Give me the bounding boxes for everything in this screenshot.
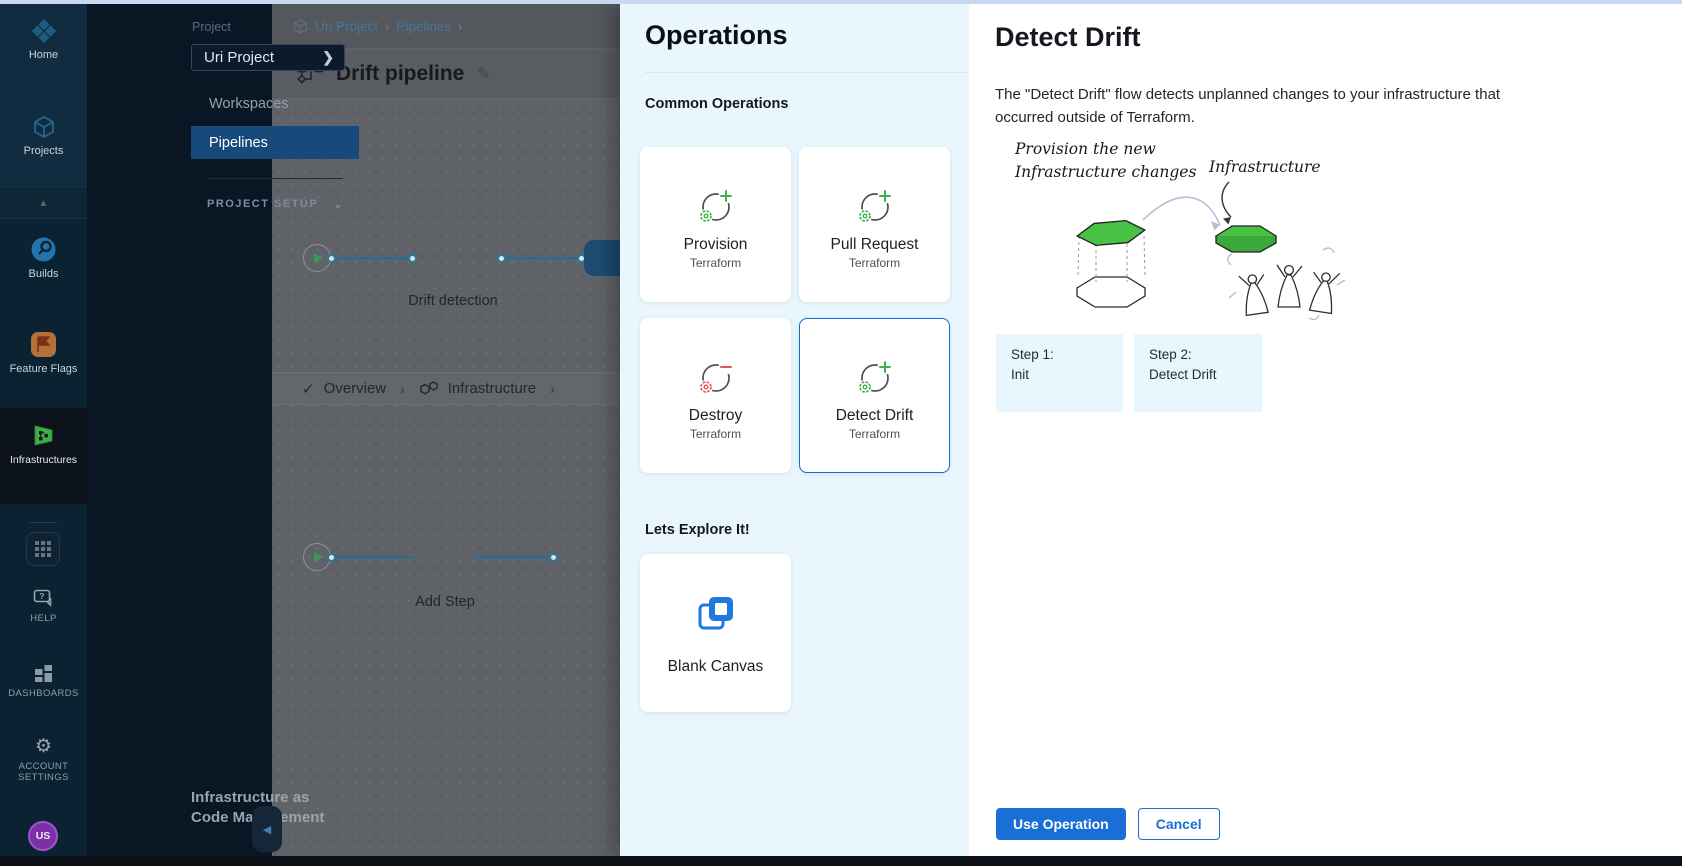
builds-icon xyxy=(30,236,57,263)
infrastructure-hexagon xyxy=(1216,226,1276,252)
celebrating-figures xyxy=(1228,248,1345,319)
tab-infrastructure[interactable]: Infrastructure xyxy=(419,380,536,397)
pipeline-canvas[interactable]: </> Drift detection ✓ Overview › Infrast… xyxy=(272,100,620,856)
project-cube-icon xyxy=(293,19,308,34)
operation-card-grid: Provision Terraform Pull Request Terrafo… xyxy=(640,147,951,473)
breadcrumb: Uri Project › Pipelines › xyxy=(272,4,620,48)
operation-card-destroy[interactable]: Destroy Terraform xyxy=(640,318,791,473)
connector-dot xyxy=(327,254,336,263)
breadcrumb-pipelines-link[interactable]: Pipelines xyxy=(396,19,451,34)
detail-title: Detect Drift xyxy=(995,22,1141,53)
connector-line xyxy=(506,257,578,259)
stage1-label: Drift detection xyxy=(380,293,526,309)
detect-drift-illustration: Provision the new Infrastructure changes… xyxy=(993,130,1363,330)
check-icon: ✓ xyxy=(302,380,315,398)
provision-hexagon-stack xyxy=(1076,219,1146,307)
pull-request-terraform-icon xyxy=(852,185,898,231)
module-switcher-button[interactable] xyxy=(26,532,60,566)
illustration-caption-right: Infrastructure xyxy=(1208,158,1321,176)
svg-text:?: ? xyxy=(39,591,44,601)
cancel-button[interactable]: Cancel xyxy=(1138,808,1220,840)
down-arrow xyxy=(1222,182,1231,217)
hexagons-icon xyxy=(419,380,439,397)
drawer-title: Operations xyxy=(645,20,788,51)
detect-drift-terraform-icon xyxy=(852,356,898,402)
blank-canvas-icon xyxy=(693,591,739,637)
chevron-right-icon: › xyxy=(550,381,555,397)
use-operation-button[interactable]: Use Operation xyxy=(996,808,1126,840)
blank-canvas-card[interactable]: Blank Canvas xyxy=(640,554,791,712)
drawer-divider xyxy=(645,72,968,73)
infrastructures-icon xyxy=(30,422,57,449)
step-1-box: Step 1: Init xyxy=(996,334,1123,412)
sidebar-item-account-settings[interactable]: ⚙ ACCOUNT SETTINGS xyxy=(0,737,87,784)
help-icon: ? xyxy=(33,589,55,608)
tab-overview[interactable]: ✓ Overview xyxy=(302,380,386,398)
dashboards-icon xyxy=(34,664,53,683)
sidebar-item-projects[interactable]: Projects xyxy=(0,114,87,158)
rail-collapse-toggle[interactable]: ▲ xyxy=(0,187,87,219)
operation-card-pull-request[interactable]: Pull Request Terraform xyxy=(799,147,950,302)
sidebar-item-builds[interactable]: Builds xyxy=(0,236,87,281)
user-avatar[interactable]: US xyxy=(28,821,58,851)
sidebar-item-help[interactable]: ? HELP xyxy=(0,589,87,624)
sidebar-item-home[interactable]: Home xyxy=(0,18,87,62)
add-step-label: Add Step xyxy=(400,594,490,610)
operations-drawer: Operations Common Operations Provision T… xyxy=(620,4,968,856)
stage-tab-bar: ✓ Overview › Infrastructure › xyxy=(272,372,620,405)
curvy-arrow xyxy=(1143,197,1220,225)
project-sidebar: Project Uri Project ❯ Workspaces Pipelin… xyxy=(87,4,272,856)
breadcrumb-project-link[interactable]: Uri Project xyxy=(315,19,378,34)
illustration-caption-left-1: Provision the new xyxy=(1014,140,1156,158)
detect-drift-detail-panel: Detect Drift The "Detect Drift" flow det… xyxy=(968,4,1682,856)
step-2-box: Step 2: Detect Drift xyxy=(1134,334,1262,412)
connector-dot xyxy=(408,254,417,263)
connector-line xyxy=(336,257,408,259)
connector-line xyxy=(336,556,414,558)
sidebar-item-pipelines[interactable]: Pipelines xyxy=(191,126,359,159)
play-icon xyxy=(314,552,323,562)
explore-heading: Lets Explore It! xyxy=(645,522,750,538)
destroy-terraform-icon xyxy=(693,356,739,402)
illustration-caption-left-2: Infrastructure changes xyxy=(1014,163,1196,181)
window-top-edge xyxy=(0,0,1682,4)
connector-dot xyxy=(549,553,558,562)
play-icon xyxy=(314,253,323,263)
sidebar-item-workspaces[interactable]: Workspaces xyxy=(191,87,359,120)
project-selector[interactable]: Uri Project ❯ xyxy=(191,44,345,71)
projects-icon xyxy=(31,114,57,140)
module-nav-rail: Home Projects ▲ Builds Feature Flags xyxy=(0,4,87,856)
rail-divider xyxy=(30,522,57,523)
common-operations-heading: Common Operations xyxy=(645,96,788,112)
edit-pencil-icon[interactable]: ✎ xyxy=(476,64,490,84)
connector-dot xyxy=(327,553,336,562)
sidebar-divider xyxy=(207,178,343,179)
detail-description: The "Detect Drift" flow detects unplanne… xyxy=(995,84,1520,129)
sidebar-collapse-button[interactable]: ◀ xyxy=(252,806,282,852)
project-section-label: Project xyxy=(192,20,231,34)
operation-card-provision[interactable]: Provision Terraform xyxy=(640,147,791,302)
sidebar-item-dashboards[interactable]: DASHBOARDS xyxy=(0,664,87,699)
connector-line xyxy=(475,556,549,558)
sidebar-item-feature-flags[interactable]: Feature Flags xyxy=(0,331,87,376)
provision-terraform-icon xyxy=(693,185,739,231)
project-setup-toggle[interactable]: PROJECT SETUP ⌄ xyxy=(207,197,343,211)
down-arrow-head xyxy=(1223,217,1231,225)
window-bottom-edge xyxy=(0,856,1682,866)
sidebar-item-infrastructures[interactable]: Infrastructures xyxy=(0,422,87,467)
grid-icon xyxy=(35,541,52,558)
chevron-right-icon: › xyxy=(400,381,405,397)
page-title: Drift pipeline xyxy=(336,62,464,86)
chevron-right-icon: ❯ xyxy=(322,49,334,66)
chevron-down-icon: ⌄ xyxy=(333,197,343,211)
connector-dot xyxy=(497,254,506,263)
feature-flags-icon xyxy=(30,331,57,358)
detail-actions: Use Operation Cancel xyxy=(996,808,1220,840)
home-icon xyxy=(31,18,57,44)
stage2-node-partial[interactable] xyxy=(584,240,620,276)
operation-card-detect-drift[interactable]: Detect Drift Terraform xyxy=(799,318,950,473)
gear-icon: ⚙ xyxy=(35,737,52,756)
